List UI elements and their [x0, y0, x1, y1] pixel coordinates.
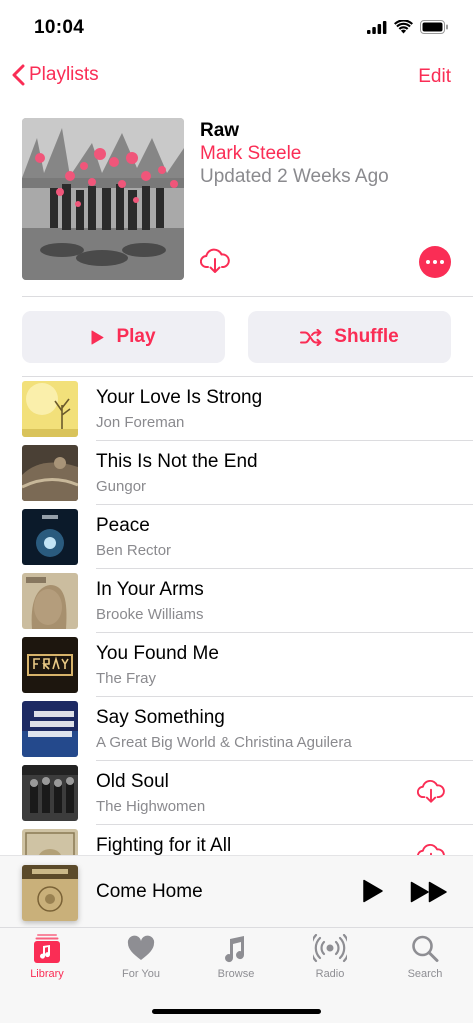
tab-label: Browse — [217, 968, 255, 980]
battery-icon — [420, 20, 448, 34]
shuffle-icon — [300, 328, 322, 346]
download-song-button[interactable] — [416, 779, 445, 809]
mini-play-button[interactable] — [362, 879, 384, 908]
song-artist: Brooke Williams — [96, 606, 204, 623]
search-icon — [412, 935, 439, 962]
song-row[interactable]: Peace Ben Rector — [0, 505, 473, 569]
song-list: Your Love Is Strong Jon Foreman This Is … — [0, 377, 473, 889]
song-title: Peace — [96, 515, 150, 536]
song-artist: A Great Big World & Christina Aguilera — [96, 734, 352, 751]
album-art-image — [22, 701, 78, 757]
divider — [22, 296, 473, 297]
shuffle-button[interactable]: Shuffle — [248, 311, 451, 363]
song-title: In Your Arms — [96, 579, 204, 600]
shuffle-button-label: Shuffle — [334, 326, 399, 347]
song-row[interactable]: You Found Me The Fray — [0, 633, 473, 697]
song-title: Your Love Is Strong — [96, 387, 263, 408]
playlist-header: Raw Mark Steele Updated 2 Weeks Ago — [0, 118, 473, 298]
song-artist: Gungor — [96, 478, 147, 495]
playlist-artwork[interactable] — [22, 118, 184, 280]
cloud-download-icon — [199, 248, 230, 273]
album-art-thumbnail — [22, 573, 78, 629]
song-row[interactable]: Your Love Is Strong Jon Foreman — [0, 377, 473, 441]
library-icon — [34, 934, 60, 963]
navigation-bar: Playlists Edit — [0, 54, 473, 98]
tab-label: Search — [407, 968, 443, 980]
song-title: This Is Not the End — [96, 451, 258, 472]
home-indicator[interactable] — [152, 1009, 321, 1014]
album-art-image — [22, 573, 78, 629]
album-art-image — [22, 509, 78, 565]
edit-button[interactable]: Edit — [418, 66, 451, 88]
album-art-thumbnail — [22, 445, 78, 501]
song-row[interactable]: In Your Arms Brooke Williams — [0, 569, 473, 633]
album-art-thumbnail — [22, 765, 78, 821]
download-playlist-button[interactable] — [199, 248, 230, 279]
mini-player[interactable]: Come Home — [0, 855, 473, 927]
song-row[interactable]: This Is Not the End Gungor — [0, 441, 473, 505]
heart-icon — [127, 935, 155, 960]
play-button[interactable]: Play — [22, 311, 225, 363]
song-artist: The Fray — [96, 670, 157, 687]
album-art-thumbnail — [22, 637, 78, 693]
more-options-button[interactable] — [419, 246, 451, 278]
song-row[interactable]: Say Something A Great Big World & Christ… — [0, 697, 473, 761]
back-button-label: Playlists — [29, 64, 99, 85]
song-title: Old Soul — [96, 771, 169, 792]
album-art-image — [22, 765, 78, 821]
playback-actions: Play Shuffle — [22, 311, 451, 363]
play-icon — [91, 330, 104, 344]
album-art-thumbnail — [22, 381, 78, 437]
album-art-image — [22, 381, 78, 437]
ellipsis-dot — [440, 260, 444, 264]
playlist-title: Raw — [200, 120, 240, 141]
playlist-updated-text: Updated 2 Weeks Ago — [200, 166, 389, 187]
tab-bar: Library For You Browse Radio Search — [0, 927, 473, 1023]
fast-forward-icon — [410, 881, 447, 903]
mini-next-button[interactable] — [410, 881, 448, 908]
tab-browse[interactable]: Browse — [189, 934, 283, 980]
song-artist: Ben Rector — [96, 542, 172, 559]
album-art-thumbnail — [22, 701, 78, 757]
now-playing-artwork — [22, 865, 78, 921]
album-art-thumbnail — [22, 509, 78, 565]
playlist-curator[interactable]: Mark Steele — [200, 143, 301, 165]
tab-for-you[interactable]: For You — [94, 934, 188, 980]
now-playing-artwork-image — [22, 865, 78, 921]
ellipsis-icon — [426, 260, 430, 264]
tab-label: For You — [122, 968, 160, 980]
tab-search[interactable]: Search — [378, 934, 472, 980]
album-art-image — [22, 637, 78, 693]
tab-library[interactable]: Library — [0, 934, 94, 980]
song-title: You Found Me — [96, 643, 219, 664]
tab-label: Library — [30, 968, 64, 980]
play-icon — [363, 879, 383, 903]
playlist-artwork-image — [22, 118, 184, 280]
status-bar: 10:04 — [0, 0, 473, 54]
wifi-icon — [394, 20, 413, 34]
song-artist: Jon Foreman — [96, 414, 185, 431]
tab-radio[interactable]: Radio — [283, 934, 377, 980]
tab-label: Radio — [315, 968, 345, 980]
radio-broadcast-icon — [313, 934, 347, 963]
song-title: Fighting for it All — [96, 835, 232, 856]
music-note-icon — [225, 936, 245, 963]
back-button[interactable]: Playlists — [12, 64, 99, 86]
song-title: Say Something — [96, 707, 225, 728]
album-art-image — [22, 445, 78, 501]
status-icons — [367, 20, 449, 34]
ellipsis-dot — [433, 260, 437, 264]
chevron-left-icon — [12, 64, 25, 86]
status-time: 10:04 — [34, 17, 85, 38]
cloud-download-icon — [416, 779, 445, 803]
cellular-signal-icon — [367, 20, 387, 34]
now-playing-title: Come Home — [96, 881, 203, 902]
play-button-label: Play — [116, 326, 156, 347]
song-row[interactable]: Old Soul The Highwomen — [0, 761, 473, 825]
song-artist: The Highwomen — [96, 798, 206, 815]
